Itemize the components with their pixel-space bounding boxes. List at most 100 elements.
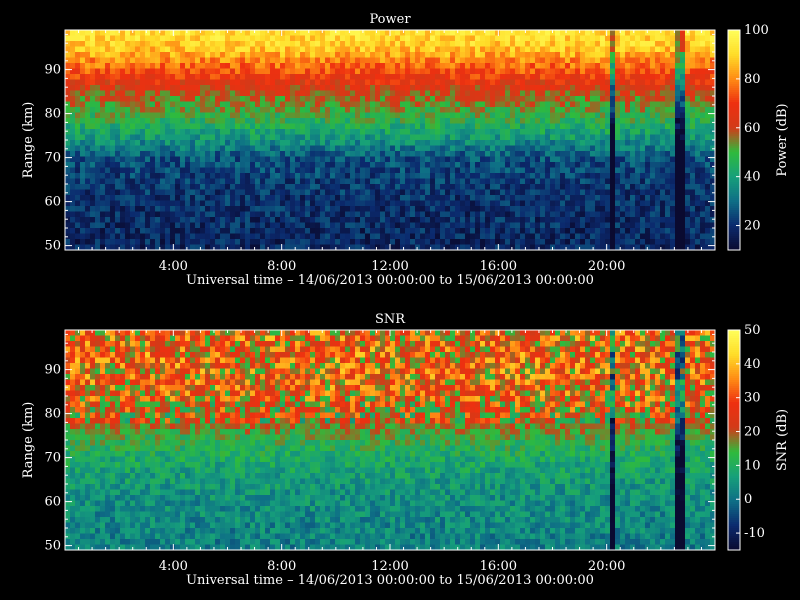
power-heatmap-cell	[395, 52, 401, 58]
power-heatmap-cell	[355, 118, 361, 124]
power-heatmap-cell	[265, 140, 271, 146]
power-heatmap-cell	[620, 156, 626, 163]
power-heatmap-cell	[470, 123, 476, 130]
power-heatmap-cell	[465, 68, 471, 75]
power-heatmap-cell	[585, 156, 591, 163]
power-heatmap-cell	[605, 145, 611, 152]
power-heatmap-cell	[550, 189, 556, 196]
power-heatmap-cell	[125, 123, 131, 130]
power-heatmap-cell	[580, 206, 586, 212]
power-heatmap-cell	[620, 200, 626, 207]
power-heatmap-cell	[355, 228, 361, 234]
power-heatmap-cell	[235, 46, 241, 53]
power-heatmap-cell	[355, 123, 361, 130]
power-heatmap-cell	[115, 41, 121, 47]
power-heatmap-cell	[155, 140, 161, 146]
power-heatmap-cell	[525, 195, 531, 201]
power-heatmap-cell	[430, 35, 436, 42]
power-heatmap-cell	[310, 74, 316, 80]
power-heatmap-cell	[575, 211, 581, 218]
power-heatmap-cell	[485, 90, 491, 97]
power-heatmap-cell	[470, 35, 476, 42]
power-heatmap-cell	[680, 156, 686, 163]
power-heatmap-cell	[310, 189, 316, 196]
power-heatmap-cell	[515, 52, 521, 58]
power-heatmap-cell	[185, 211, 191, 218]
power-heatmap-cell	[245, 52, 251, 58]
power-heatmap-cell	[75, 74, 81, 80]
power-heatmap-cell	[545, 178, 551, 185]
power-heatmap-cell	[290, 101, 296, 108]
power-heatmap-cell	[570, 167, 576, 174]
power-heatmap-cell	[425, 46, 431, 53]
power-heatmap-cell	[455, 189, 461, 196]
power-heatmap-cell	[225, 200, 231, 207]
power-heatmap-cell	[565, 74, 571, 80]
power-heatmap-cell	[625, 200, 631, 207]
power-heatmap-cell	[90, 189, 96, 196]
power-heatmap-cell	[70, 189, 76, 196]
power-heatmap-cell	[80, 173, 86, 179]
power-heatmap-cell	[180, 118, 186, 124]
power-heatmap-cell	[210, 57, 216, 64]
power-heatmap-cell	[325, 68, 331, 75]
power-heatmap-cell	[500, 156, 506, 163]
power-heatmap-cell	[70, 63, 76, 69]
power-heatmap-cell	[395, 173, 401, 179]
power-heatmap-cell	[560, 46, 566, 53]
power-heatmap-cell	[215, 211, 221, 218]
power-heatmap-cell	[515, 85, 521, 91]
power-heatmap-cell	[440, 145, 446, 152]
power-heatmap-cell	[245, 140, 251, 146]
power-heatmap-cell	[225, 228, 231, 234]
power-heatmap-cell	[110, 107, 116, 113]
power-heatmap-cell	[445, 217, 451, 223]
power-heatmap-cell	[590, 162, 596, 168]
power-heatmap-cell	[445, 63, 451, 69]
power-heatmap-cell	[95, 112, 101, 119]
power-heatmap-cell	[165, 184, 171, 190]
power-heatmap-cell	[80, 239, 86, 245]
power-heatmap-cell	[295, 79, 301, 86]
power-heatmap-cell	[490, 178, 496, 185]
power-heatmap-cell	[335, 239, 341, 245]
power-heatmap-cell	[260, 167, 266, 174]
power-heatmap-cell	[510, 118, 516, 124]
power-heatmap-cell	[230, 107, 236, 113]
power-heatmap-cell	[400, 151, 406, 157]
power-heatmap-cell	[635, 46, 641, 53]
power-heatmap-cell	[505, 239, 511, 245]
power-heatmap-cell	[250, 41, 256, 47]
power-heatmap-cell	[270, 85, 276, 91]
power-heatmap-cell	[475, 85, 481, 91]
power-heatmap-cell	[360, 156, 366, 163]
power-heatmap-cell	[670, 134, 676, 141]
power-heatmap-cell	[190, 57, 196, 64]
power-heatmap-cell	[415, 134, 421, 141]
power-heatmap-cell	[655, 134, 661, 141]
power-heatmap-cell	[470, 90, 476, 97]
power-heatmap-cell	[480, 41, 486, 47]
power-heatmap-cell	[75, 134, 81, 141]
power-heatmap-cell	[650, 101, 656, 108]
power-heatmap-cell	[190, 156, 196, 163]
power-heatmap-cell	[490, 85, 496, 91]
power-heatmap-cell	[85, 63, 91, 69]
power-heatmap-cell	[485, 63, 491, 69]
power-heatmap-cell	[375, 96, 381, 102]
power-heatmap-cell	[250, 189, 256, 196]
power-heatmap-cell	[255, 222, 261, 229]
power-heatmap-cell	[515, 228, 521, 234]
power-heatmap-cell	[310, 123, 316, 130]
power-heatmap-cell	[665, 63, 671, 69]
power-heatmap-cell	[605, 140, 611, 146]
power-heatmap-cell	[105, 200, 111, 207]
power-heatmap-cell	[245, 30, 251, 36]
power-heatmap-cell	[555, 41, 561, 47]
power-heatmap-cell	[615, 96, 621, 102]
power-heatmap-cell	[205, 129, 211, 135]
power-heatmap-cell	[140, 96, 146, 102]
power-heatmap-cell	[245, 184, 251, 190]
power-heatmap-cell	[440, 167, 446, 174]
power-heatmap-cell	[630, 173, 636, 179]
